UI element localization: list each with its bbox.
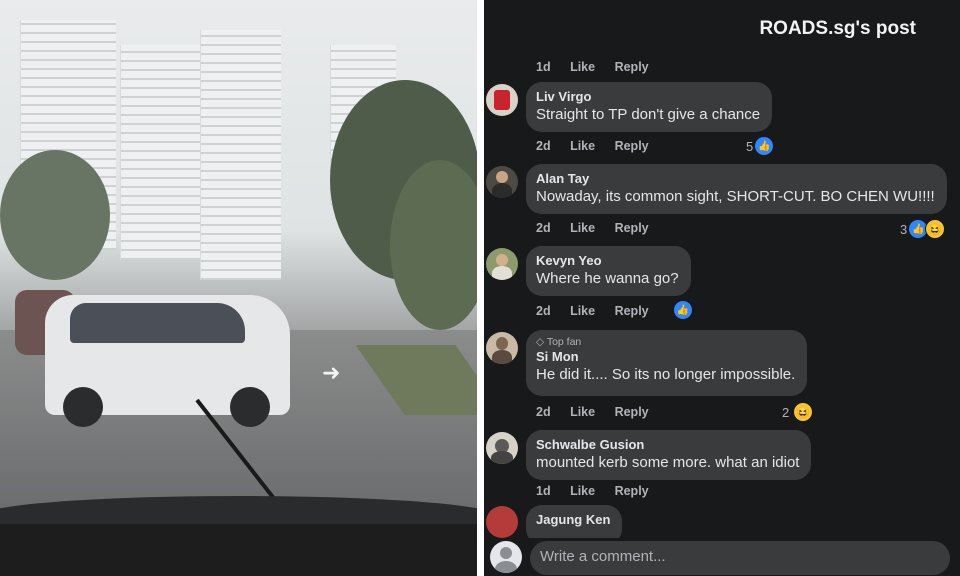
like-link[interactable]: Like (570, 221, 595, 235)
avatar[interactable] (486, 506, 518, 538)
like-link[interactable]: Like (570, 484, 595, 498)
reply-link[interactable]: Reply (615, 139, 649, 153)
reaction-summary[interactable]: 2 😆 (782, 402, 814, 422)
comment-text: He did it.... So its no longer impossibl… (536, 366, 796, 383)
comment-text: Nowaday, its common sight, SHORT-CUT. BO… (536, 188, 935, 205)
white-hatchback-car (45, 295, 290, 427)
comment-input[interactable]: Write a comment... (530, 541, 950, 575)
comment-author[interactable]: Liv Virgo (536, 89, 760, 105)
comment-bubble: Liv Virgo Straight to TP don't give a ch… (526, 82, 773, 132)
reply-link[interactable]: Reply (615, 484, 649, 498)
comment-meta: 2d Like Reply (536, 221, 649, 235)
comment-text: mounted kerb some more. what an idiot (536, 454, 800, 471)
reaction-summary[interactable]: 👍 (672, 301, 692, 319)
like-link[interactable]: Like (570, 304, 595, 318)
comment-text: Where he wanna go? (536, 270, 679, 287)
comment-meta: 2d Like Reply (536, 139, 649, 153)
reply-link[interactable]: Reply (615, 221, 649, 235)
reply-link[interactable]: Reply (615, 304, 649, 318)
avatar[interactable] (486, 248, 518, 280)
comment-bubble: ◇ Top fan Si Mon He did it.... So its no… (526, 330, 808, 396)
comment-meta: 2d Like Reply (536, 304, 649, 318)
reaction-summary[interactable]: 3 👍 😆 (900, 219, 946, 239)
top-fan-badge: ◇ Top fan (536, 336, 582, 348)
avatar[interactable] (486, 432, 518, 464)
dashcam-photo: ➜ (0, 0, 477, 576)
comment-author[interactable]: Alan Tay (536, 171, 935, 187)
avatar[interactable] (486, 332, 518, 364)
comment-meta: 1d Like Reply (536, 484, 649, 498)
comment-text: Straight to TP don't give a chance (536, 106, 761, 123)
comment-author[interactable]: Kevyn Yeo (536, 253, 679, 269)
user-avatar-icon (490, 541, 522, 573)
laughing-emoji-icon: 😆 (793, 402, 814, 422)
comment-meta: 2d Like Reply (536, 405, 649, 419)
post-title: ROADS.sg's post (759, 18, 916, 39)
comment-author[interactable]: Jagung Ken (536, 512, 610, 528)
diamond-badge-icon: ◇ (536, 336, 545, 348)
comment-author[interactable]: Si Mon (536, 349, 795, 365)
comment-meta: 1d Like Reply (536, 60, 649, 74)
comment-bubble: Kevyn Yeo Where he wanna go? (526, 246, 691, 296)
avatar[interactable] (486, 84, 518, 116)
comments-panel: ROADS.sg's post 1d Like Reply Liv Virgo … (484, 0, 960, 576)
laughing-emoji-icon: 😆 (925, 219, 946, 239)
like-link[interactable]: Like (570, 60, 595, 74)
divider (477, 0, 484, 576)
like-link[interactable]: Like (570, 405, 595, 419)
like-link[interactable]: Like (570, 139, 595, 153)
comment-author[interactable]: Schwalbe Gusion (536, 437, 799, 453)
comment-bubble: Alan Tay Nowaday, its common sight, SHOR… (526, 164, 947, 214)
reaction-summary[interactable]: 5 👍 (746, 137, 774, 155)
thumbs-up-icon: 👍 (674, 301, 692, 319)
reply-link[interactable]: Reply (615, 60, 649, 74)
comment-composer: Write a comment... (484, 538, 960, 576)
reply-link[interactable]: Reply (615, 405, 649, 419)
thumbs-up-icon: 👍 (755, 137, 774, 155)
comment-bubble: Schwalbe Gusion mounted kerb some more. … (526, 430, 812, 480)
avatar[interactable] (486, 166, 518, 198)
